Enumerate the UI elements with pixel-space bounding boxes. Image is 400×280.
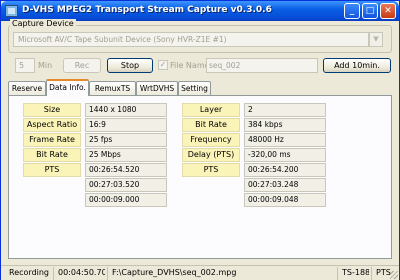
delay-pts-label: Delay (PTS) <box>182 148 240 162</box>
tab-data-info[interactable]: Data Info. <box>46 79 89 96</box>
file-name-input[interactable]: seq_002 <box>206 58 318 73</box>
audio-pts-start: 00:26:54.200 <box>244 163 326 177</box>
app-window: D-VHS MPEG2 Transport Stream Capture v0.… <box>0 0 400 280</box>
audio-layer-value: 2 <box>244 103 326 117</box>
chevron-down-icon[interactable]: ▼ <box>369 32 383 47</box>
tab-reserve[interactable]: Reserve <box>8 81 46 96</box>
file-name-checkbox[interactable]: ✓ <box>158 60 168 70</box>
maximize-button[interactable]: □ <box>362 3 378 19</box>
video-pts-duration: 00:00:09.000 <box>85 193 167 207</box>
maximize-icon: □ <box>365 6 375 16</box>
delay-pts-value: -320,00 ms <box>244 148 326 162</box>
video-bitrate-value: 25 Mbps <box>85 148 167 162</box>
video-bitrate-label: Bit Rate <box>23 148 81 162</box>
minutes-label: Min <box>38 61 53 70</box>
audio-bitrate-label: Bit Rate <box>182 118 240 132</box>
recording-status: Recording <box>9 268 50 277</box>
rec-button[interactable]: Rec <box>63 58 101 73</box>
tab-bar: Reserve Data Info. RemuxTS WrtDVHS Setti… <box>8 79 392 96</box>
aspect-ratio-value: 16:9 <box>85 118 167 132</box>
data-info-panel: Size 1440 x 1080 Aspect Ratio 16:9 Frame… <box>8 95 392 259</box>
capture-device-select[interactable]: Microsoft AV/C Tape Subunit Device (Sony… <box>13 32 369 47</box>
minimize-icon: _ <box>349 6 355 16</box>
audio-bitrate-value: 384 kbps <box>244 118 326 132</box>
output-path: F:\Capture_DVHS\seq_002.mpg <box>107 267 333 280</box>
frame-rate-label: Frame Rate <box>23 133 81 147</box>
minutes-input[interactable]: 5 <box>15 58 35 73</box>
window-title: D-VHS MPEG2 Transport Stream Capture v0.… <box>22 5 272 15</box>
capture-device-label: Capture Device <box>10 19 76 28</box>
tab-wrtdvhs[interactable]: WrtDVHS <box>136 81 178 96</box>
tab-setting[interactable]: Setting <box>178 81 211 96</box>
audio-pts-label: PTS <box>182 163 240 177</box>
resize-grip-icon[interactable] <box>390 271 398 279</box>
video-size-value: 1440 x 1080 <box>85 103 167 117</box>
close-icon: ✕ <box>384 6 392 16</box>
close-button[interactable]: ✕ <box>380 3 396 19</box>
app-icon <box>5 5 18 17</box>
video-size-label: Size <box>23 103 81 117</box>
frequency-label: Frequency <box>182 133 240 147</box>
video-pts-label: PTS <box>23 163 81 177</box>
frame-rate-value: 25 fps <box>85 133 167 147</box>
add-10min-button[interactable]: Add 10min. <box>323 58 391 73</box>
audio-layer-label: Layer <box>182 103 240 117</box>
tab-remuxts[interactable]: RemuxTS <box>89 81 136 96</box>
frequency-value: 48000 Hz <box>244 133 326 147</box>
audio-pts-end: 00:27:03.248 <box>244 178 326 192</box>
video-pts-start: 00:26:54.520 <box>85 163 167 177</box>
title-bar[interactable]: D-VHS MPEG2 Transport Stream Capture v0.… <box>1 1 399 21</box>
video-pts-end: 00:27:03.520 <box>85 178 167 192</box>
stream-format: TS-188 <box>337 267 369 280</box>
status-bar: Recording 00:04:50.702 F:\Capture_DVHS\s… <box>1 265 399 280</box>
minimize-button[interactable]: _ <box>344 3 360 19</box>
audio-pts-duration: 00:00:09.048 <box>244 193 326 207</box>
elapsed-time: 00:04:50.702 <box>53 267 105 280</box>
aspect-ratio-label: Aspect Ratio <box>23 118 81 132</box>
stop-button[interactable]: Stop <box>107 58 153 73</box>
file-name-label: File Name <box>170 61 210 70</box>
